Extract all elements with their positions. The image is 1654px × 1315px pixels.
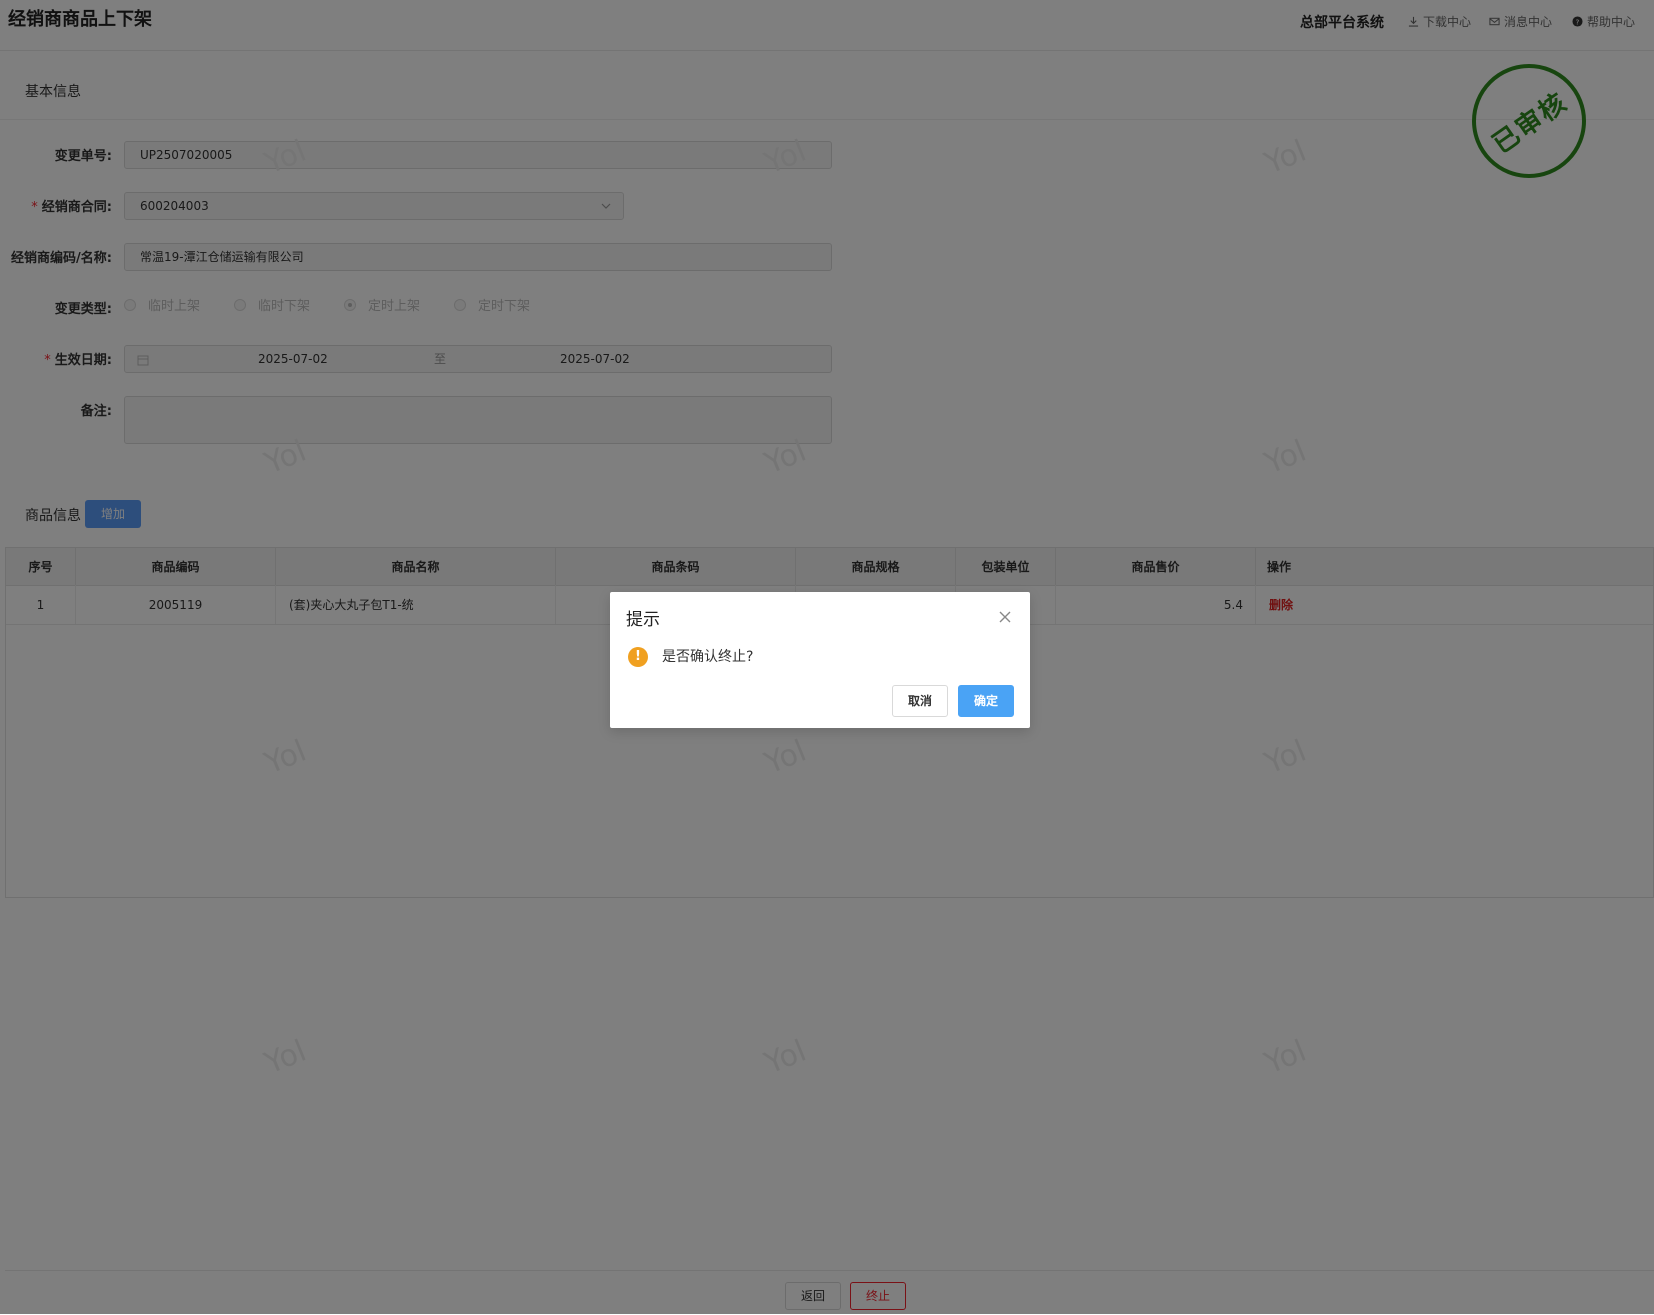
warning-icon: ! <box>628 647 648 667</box>
confirm-button[interactable]: 确定 <box>958 685 1014 717</box>
dialog-message: 是否确认终止? <box>662 649 754 665</box>
close-icon[interactable] <box>998 610 1012 624</box>
cancel-button[interactable]: 取消 <box>892 685 948 717</box>
dialog-title: 提示 <box>626 610 660 630</box>
confirm-dialog: 提示 ! 是否确认终止? 取消 确定 <box>610 592 1030 728</box>
